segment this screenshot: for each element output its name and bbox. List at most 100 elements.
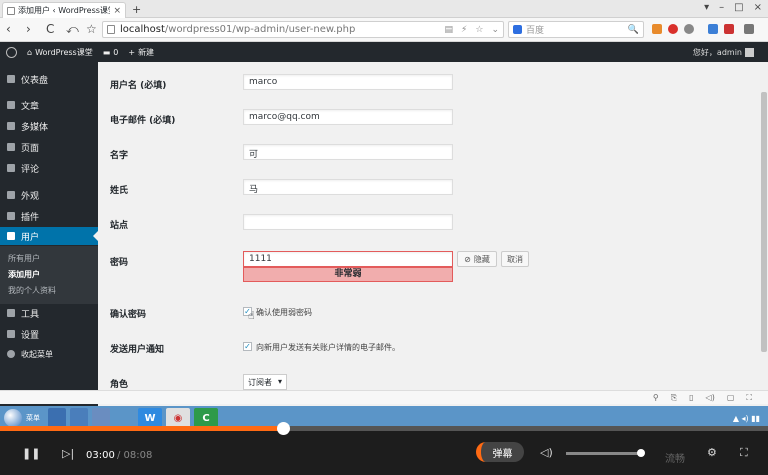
sidebar-item-dashboard[interactable]: 仪表盘 <box>0 70 98 88</box>
browser-navbar: ‹ › C ⤺ ☆ localhost /wordpress01/wp-admi… <box>0 18 768 42</box>
star-icon[interactable]: ☆ <box>475 25 483 35</box>
tab-close-icon[interactable]: × <box>113 6 121 16</box>
search-box[interactable]: 百度 🔍 <box>508 21 644 38</box>
system-tray: ▲ ◂) ▮▮ <box>732 413 760 423</box>
reader-icon[interactable]: ▤ <box>445 25 454 35</box>
firstname-field[interactable]: 可 <box>243 144 453 160</box>
taskbar-app-browser[interactable]: ◉ <box>166 408 190 428</box>
sidebar-item-appearance[interactable]: 外观 <box>0 186 98 204</box>
status-pin-icon[interactable]: ⚲ <box>653 393 659 402</box>
close-window-icon[interactable]: × <box>754 2 762 13</box>
pin-icon <box>7 101 15 109</box>
quicklaunch-icon[interactable] <box>92 408 110 428</box>
reload-icon[interactable]: C <box>46 22 54 36</box>
sidebar-item-posts[interactable]: 文章 <box>0 96 98 114</box>
username-field[interactable]: marco <box>243 74 453 90</box>
dropdown-icon[interactable]: ⌄ <box>491 25 499 35</box>
sidebar-item-settings[interactable]: 设置 <box>0 325 98 343</box>
add-user-form: 用户名 (必填) marco 电子邮件 (必填) marco@qq.com 名字… <box>98 62 760 406</box>
sidebar-item-users[interactable]: 用户 <box>0 227 98 245</box>
fullscreen-icon[interactable]: ⛶ <box>740 446 748 460</box>
next-icon[interactable]: ▷| <box>62 447 74 460</box>
volume-icon[interactable]: ◁) <box>540 446 553 459</box>
explorer-icon[interactable] <box>70 408 88 428</box>
hide-password-button[interactable]: ⊘ 隐藏 <box>457 251 497 267</box>
password-label: 密码 <box>110 258 129 268</box>
collapse-icon <box>7 350 15 358</box>
taskbar-menu-label[interactable]: 菜单 <box>26 413 40 423</box>
send-notification-checkbox[interactable]: ✓ <box>243 342 252 351</box>
opera-icon[interactable] <box>668 24 678 34</box>
url-host: localhost <box>120 24 165 35</box>
submenu-all-users[interactable]: 所有用户 <box>8 253 40 264</box>
status-window-icon[interactable]: ▢ <box>727 393 735 402</box>
page-scrollbar[interactable] <box>760 62 768 406</box>
desktop-icon[interactable] <box>48 408 66 428</box>
browser-tab[interactable]: 添加用户 ‹ WordPress课堂 × <box>2 2 126 18</box>
quality-label[interactable]: 流畅 <box>665 450 685 465</box>
wordpress-logo-icon[interactable] <box>6 46 17 58</box>
role-select[interactable]: 订阅者 ▾ <box>243 374 287 390</box>
extension-5-icon[interactable] <box>724 24 734 34</box>
address-bar[interactable]: localhost /wordpress01/wp-admin/user-new… <box>102 21 504 38</box>
taskbar-app-word[interactable]: W <box>138 408 162 428</box>
pause-icon[interactable]: ❚❚ <box>22 447 40 460</box>
website-field[interactable] <box>243 214 453 230</box>
sidebar-item-label: 文章 <box>21 101 40 112</box>
site-name-link[interactable]: ⌂ WordPress课堂 <box>27 47 93 58</box>
menu-icon[interactable] <box>744 24 754 34</box>
sidebar-item-plugins[interactable]: 插件 <box>0 207 98 225</box>
wp-admin-bar: ⌂ WordPress课堂 ▬ 0 + 新建 您好，admin <box>0 42 768 62</box>
sidebar-item-pages[interactable]: 页面 <box>0 138 98 156</box>
role-label: 角色 <box>110 380 129 390</box>
email-field[interactable]: marco@qq.com <box>243 109 453 125</box>
sidebar-item-media[interactable]: 多媒体 <box>0 117 98 135</box>
settings-icon <box>7 330 15 338</box>
new-content-link[interactable]: + 新建 <box>128 47 154 58</box>
cancel-password-button[interactable]: 取消 <box>501 251 529 267</box>
video-progress-bar[interactable] <box>0 422 768 435</box>
search-icon[interactable]: 🔍 <box>628 25 639 35</box>
account-menu[interactable]: 您好，admin <box>693 47 754 58</box>
start-button[interactable] <box>4 409 22 427</box>
maximize-icon[interactable]: □ <box>734 2 743 13</box>
status-sound-icon[interactable]: ◁) <box>706 393 715 402</box>
speed-icon[interactable]: ⚡ <box>461 25 467 35</box>
bookmark-icon[interactable]: ☆ <box>86 22 97 36</box>
undo-icon[interactable]: ⤺ <box>66 22 79 37</box>
extension-1-icon[interactable] <box>652 24 662 34</box>
password-field[interactable]: 1111 <box>243 251 453 267</box>
sidebar-item-label: 设置 <box>21 330 40 341</box>
sidebar-item-comments[interactable]: 评论 <box>0 159 98 177</box>
volume-slider[interactable] <box>566 449 645 457</box>
minimize-icon[interactable]: – <box>719 2 724 13</box>
new-label: 新建 <box>138 47 155 57</box>
status-fullscreen-icon[interactable]: ⛶ <box>746 393 752 403</box>
taskbar-app-camtasia[interactable]: C <box>194 408 218 428</box>
tab-favicon-icon <box>7 6 15 15</box>
sidebar-item-collapse[interactable]: 收起菜单 <box>0 345 98 363</box>
video-player-controls: ❚❚ ▷| 03:00 / 08:08 弹幕 ◁) 流畅 ⚙ ⛶ <box>0 422 768 475</box>
extension-3-icon[interactable] <box>684 24 694 34</box>
status-copy-icon[interactable]: ⎘ <box>671 393 677 403</box>
volume-knob[interactable] <box>637 449 645 457</box>
sidebar-item-label: 评论 <box>21 164 40 175</box>
sidebar-item-tools[interactable]: 工具 <box>0 304 98 322</box>
forward-icon[interactable]: › <box>26 22 31 36</box>
danmu-toggle-button[interactable]: 弹幕 <box>476 442 524 462</box>
video-progress-knob[interactable] <box>277 422 291 435</box>
comments-link[interactable]: ▬ 0 <box>103 48 119 57</box>
submenu-my-profile[interactable]: 我的个人资料 <box>8 285 56 296</box>
extension-4-icon[interactable] <box>708 24 718 34</box>
window-menu-icon[interactable]: ▾ <box>704 2 709 13</box>
settings-gear-icon[interactable]: ⚙ <box>707 446 717 459</box>
avatar <box>745 48 754 57</box>
back-icon[interactable]: ‹ <box>6 22 11 36</box>
page-info-icon[interactable] <box>107 25 115 34</box>
lastname-field[interactable]: 马 <box>243 179 453 195</box>
new-tab-button[interactable]: + <box>132 3 141 16</box>
password-strength-meter: 非常弱 <box>243 267 453 282</box>
scrollbar-thumb[interactable] <box>761 92 767 352</box>
submenu-add-user[interactable]: 添加用户 <box>8 269 40 280</box>
status-page-icon[interactable]: ▯ <box>689 393 693 402</box>
